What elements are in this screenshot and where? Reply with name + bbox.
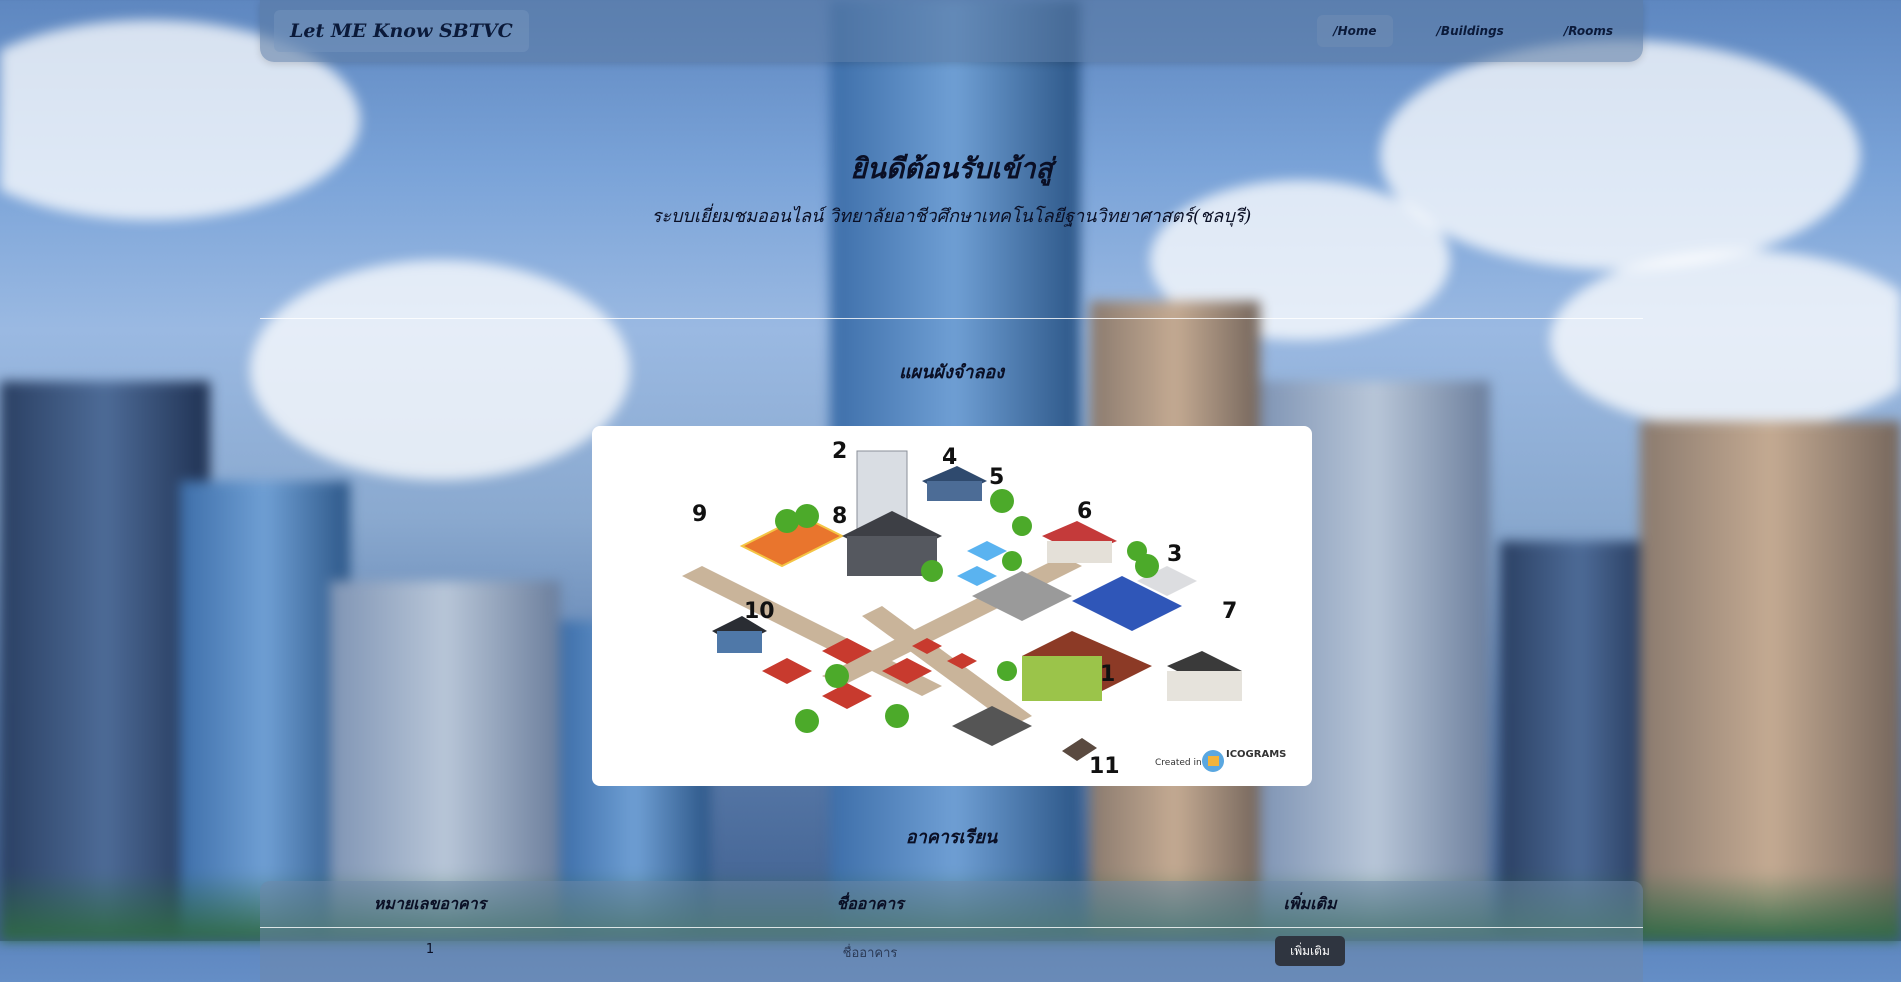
table-row: 1 ชื่ออาคาร เพิ่มเติม [260,928,1643,982]
map-label-5: 5 [989,465,1004,490]
icograms-logo-icon [1201,750,1224,772]
page-container: Let ME Know SBTVC /Home /Buildings /Room… [260,0,1643,982]
buildings-table: หมายเลขอาคาร ชื่ออาคาร เพิ่มเติม 1 ชื่ออ… [260,881,1643,982]
watermark-prefix: Created in [1155,758,1202,768]
watermark-brand: ICOGRAMS [1226,749,1286,760]
map-label-10: 10 [744,599,775,624]
brand-logo[interactable]: Let ME Know SBTVC [274,10,529,52]
buildings-section-title: อาคารเรียน [905,827,998,848]
map-label-6: 6 [1077,499,1092,524]
map-label-2: 2 [832,439,847,464]
map-label-11: 11 [1089,754,1120,779]
nav-link-home[interactable]: /Home [1317,15,1393,47]
nav-links: /Home /Buildings /Rooms [1317,15,1629,47]
nav-link-rooms[interactable]: /Rooms [1548,15,1629,47]
map-label-9: 9 [692,502,707,527]
section-divider [260,318,1643,319]
map-label-4: 4 [942,445,957,470]
welcome-title: ยินดีต้อนรับเข้าสู่ [850,152,1053,185]
map-label-7: 7 [1222,599,1237,624]
map-section-title: แผนผังจำลอง [898,362,1005,383]
campus-map-card: 2 4 5 9 8 6 3 7 10 1 11 Created in ICOGR… [591,426,1312,786]
nav-link-buildings[interactable]: /Buildings [1421,15,1520,47]
column-header-name: ชื่ออาคาร [836,893,904,913]
map-label-3: 3 [1167,542,1182,567]
map-label-8: 8 [832,504,847,529]
column-header-more: เพิ่มเติม [1283,893,1337,913]
column-header-number: หมายเลขอาคาร [373,893,487,913]
campus-map-illustration: 2 4 5 9 8 6 3 7 10 1 11 Created in ICOGR… [681,439,1286,779]
cell-more: เพิ่มเติม [1140,936,1480,966]
map-label-1: 1 [1100,662,1115,687]
welcome-hero: ยินดีต้อนรับเข้าสู่ ระบบเยี่ยมชมออนไลน์ … [260,147,1643,230]
cell-building-number: 1 [425,942,435,957]
welcome-subtitle: ระบบเยี่ยมชมออนไลน์ วิทยาลัยอาชีวศึกษาเท… [651,206,1252,227]
top-navbar: Let ME Know SBTVC /Home /Buildings /Room… [260,0,1643,62]
table-header: หมายเลขอาคาร ชื่ออาคาร เพิ่มเติม [260,881,1643,928]
cell-building-name: ชื่ออาคาร [842,946,898,961]
